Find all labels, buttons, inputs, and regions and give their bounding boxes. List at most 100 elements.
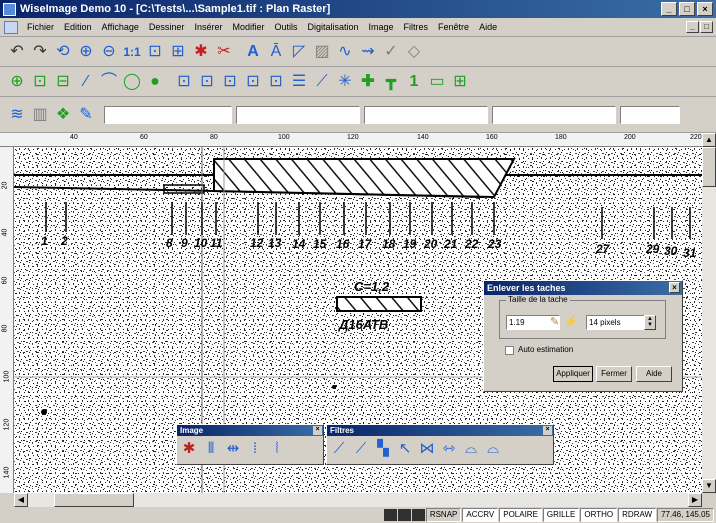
raster-select2-icon[interactable]: ⊡ [196, 71, 218, 93]
doc-minimize-button[interactable]: _ [686, 21, 699, 33]
undo-icon[interactable]: ↶ [6, 41, 28, 63]
tool-icon[interactable]: ✱ [190, 41, 212, 63]
property-field-5[interactable] [620, 105, 680, 124]
line-icon[interactable]: ⁄ [75, 71, 97, 93]
measure-icon[interactable]: ⚡ [564, 315, 578, 328]
auto-estimation-checkbox[interactable] [505, 346, 514, 355]
circle-icon[interactable]: ◯ [121, 71, 143, 93]
menu-aide[interactable]: Aide [474, 22, 502, 32]
scroll-right-button[interactable]: ▶ [688, 493, 702, 507]
minimize-button[interactable]: _ [661, 2, 677, 16]
fermer-button[interactable]: Fermer [596, 366, 632, 382]
doc-maximize-button[interactable]: □ [700, 21, 713, 33]
pixels-input[interactable]: 14 pixels [586, 315, 646, 330]
menu-fichier[interactable]: Fichier [22, 22, 59, 32]
doc-select-icon[interactable]: ▭ [426, 71, 448, 93]
property-field-1[interactable] [104, 105, 232, 124]
menu-fenetre[interactable]: Fenêtre [433, 22, 474, 32]
one-icon[interactable]: 1 [403, 71, 425, 93]
text-a-icon[interactable]: A [242, 41, 264, 63]
scroll-down-button[interactable]: ▼ [702, 479, 716, 493]
select-icon[interactable]: ⊡ [29, 71, 51, 93]
despeckle-icon[interactable]: ✱ [179, 439, 199, 459]
property-field-2[interactable] [236, 105, 360, 124]
menu-filtres[interactable]: Filtres [399, 22, 434, 32]
hatch-icon[interactable]: ▨ [311, 41, 333, 63]
text-area-icon[interactable]: Ā [265, 41, 287, 63]
vertical-scrollbar[interactable]: ▲ ▼ [702, 133, 716, 493]
maximize-button[interactable]: □ [679, 2, 695, 16]
zoom-in-icon[interactable]: ⊕ [75, 41, 97, 63]
filtres-palette-close-icon[interactable]: × [543, 426, 552, 435]
dialog-close-icon[interactable]: × [669, 282, 680, 293]
ortho-toggle[interactable]: ORTHO [580, 508, 618, 522]
menu-affichage[interactable]: Affichage [97, 22, 144, 32]
palette-icon[interactable]: ▥ [29, 104, 51, 126]
menu-outils[interactable]: Outils [269, 22, 302, 32]
filter8-icon[interactable]: ⌓ [483, 439, 503, 459]
crosshair-icon[interactable]: ⊕ [6, 71, 28, 93]
trace-icon[interactable]: ⟋ [311, 71, 333, 93]
menu-modifier[interactable]: Modifier [227, 22, 269, 32]
filter3-icon[interactable]: ▚ [373, 439, 393, 459]
polyline-icon[interactable]: ∿ [334, 41, 356, 63]
close-button[interactable]: × [697, 2, 713, 16]
menu-edition[interactable]: Edition [59, 22, 97, 32]
shape-icon[interactable]: ◸ [288, 41, 310, 63]
zoom-1to1-icon[interactable]: 1:1 [121, 41, 143, 63]
grille-toggle[interactable]: GRILLE [542, 508, 580, 522]
doc-plus-icon[interactable]: ⊞ [449, 71, 471, 93]
zoom-out-icon[interactable]: ⊖ [98, 41, 120, 63]
rsnap-toggle[interactable]: RSNAP [425, 508, 462, 522]
stack-icon[interactable]: ☰ [288, 71, 310, 93]
arc-icon[interactable]: ⌒ [98, 71, 120, 93]
scroll-left-button[interactable]: ◀ [14, 493, 28, 507]
crop-icon[interactable]: ⦙ [245, 439, 265, 459]
deskew-icon[interactable]: ⦀ [201, 439, 221, 459]
rotate-icon[interactable]: ⟲ [52, 41, 74, 63]
fill-icon[interactable]: ● [144, 71, 166, 93]
apply-button[interactable]: Appliquer [553, 366, 593, 382]
accrv-toggle[interactable]: ACCRV [462, 508, 499, 522]
property-field-3[interactable] [364, 105, 488, 124]
help-button[interactable]: Aide [636, 366, 672, 382]
menu-dessiner[interactable]: Dessiner [144, 22, 190, 32]
vertical-scroll-thumb[interactable] [702, 147, 716, 187]
horizontal-scrollbar[interactable]: ◀ ▶ [14, 493, 702, 507]
tee-icon[interactable]: ┳ [380, 71, 402, 93]
align-icon[interactable]: ⦚ [267, 439, 287, 459]
image-palette-close-icon[interactable]: × [313, 426, 322, 435]
layers-icon[interactable]: ≋ [6, 104, 28, 126]
select-move-icon[interactable]: ⊟ [52, 71, 74, 93]
explode-icon[interactable]: ✳ [334, 71, 356, 93]
cut-icon[interactable]: ✂ [213, 41, 235, 63]
cross-icon[interactable]: ✚ [357, 71, 379, 93]
shield-icon[interactable]: ◇ [403, 41, 425, 63]
filter4-icon[interactable]: ↖ [395, 439, 415, 459]
redo-icon[interactable]: ↷ [29, 41, 51, 63]
pixels-spinner[interactable]: ▲ ▼ [644, 315, 656, 330]
filter5-icon[interactable]: ⋈ [417, 439, 437, 459]
filter1-icon[interactable]: ⟋ [329, 439, 349, 459]
pick-size-icon[interactable]: ✎ [550, 315, 559, 328]
arrow-icon[interactable]: ⇝ [357, 41, 379, 63]
raster-select3-icon[interactable]: ⊡ [219, 71, 241, 93]
filter6-icon[interactable]: ⇿ [439, 439, 459, 459]
filter7-icon[interactable]: ⌓ [461, 439, 481, 459]
color-icon[interactable]: ❖ [52, 104, 74, 126]
edit-icon[interactable]: ✎ [75, 104, 97, 126]
polaire-toggle[interactable]: POLAIRE [499, 508, 542, 522]
property-field-4[interactable] [492, 105, 616, 124]
zoom-window-icon[interactable]: ⊡ [144, 41, 166, 63]
scroll-up-button[interactable]: ▲ [702, 133, 716, 147]
horizontal-scroll-thumb[interactable] [54, 493, 134, 507]
menu-digitalisation[interactable]: Digitalisation [302, 22, 363, 32]
filter2-icon[interactable]: ⟋ [351, 439, 371, 459]
raster-select4-icon[interactable]: ⊡ [242, 71, 264, 93]
raster-select5-icon[interactable]: ⊡ [265, 71, 287, 93]
mirror-icon[interactable]: ⇹ [223, 439, 243, 459]
menu-image[interactable]: Image [364, 22, 399, 32]
rdraw-toggle[interactable]: RDRAW [618, 508, 657, 522]
raster-select-icon[interactable]: ⊡ [173, 71, 195, 93]
menu-inserer[interactable]: Insérer [189, 22, 227, 32]
